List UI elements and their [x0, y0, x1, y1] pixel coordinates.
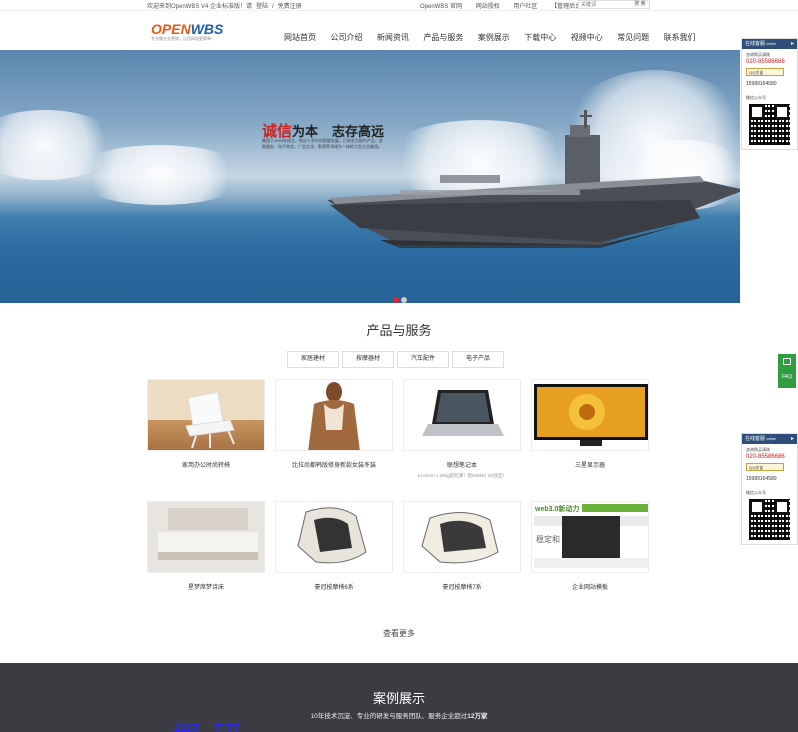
web-template-badge: 稳定和: [536, 535, 560, 544]
service-panel-title-en: online: [766, 437, 776, 441]
nav-item-faq[interactable]: 常见问题: [617, 33, 649, 42]
cases-subtitle-text: 10年技术沉淀、专业的研发与服务团队、服务企业超过: [310, 713, 468, 720]
product-image-massage-chair-6[interactable]: [275, 501, 393, 573]
search-input[interactable]: [581, 1, 631, 8]
qr-code-icon: [749, 499, 790, 540]
welcome-area: 欢迎来到OpenWBS V4 企业标准版！请 登陆 / 免费注册: [147, 1, 306, 10]
top-utility-bar: 欢迎来到OpenWBS V4 企业标准版！请 登陆 / 免费注册 OpenWBS 官网…: [0, 0, 798, 10]
case-preview-text: 概研: [172, 713, 252, 732]
hero-slogan-right: 志存高远: [332, 124, 385, 139]
product-category-tabs: 家居建材 按摩器材 汽车配件 电子产品: [287, 347, 507, 368]
carousel-dots: [393, 290, 409, 303]
nav-item-products[interactable]: 产品与服务: [423, 33, 463, 42]
cases-title: 案例展示: [372, 691, 425, 706]
product-card[interactable]: web3.0新动力 稳定和 企业网站模板: [531, 501, 649, 591]
product-card[interactable]: 联想笔记本 14.8mm+1.29kg超轻薄！配940MX 2G独显！: [403, 379, 521, 479]
nav-item-about[interactable]: 公司介绍: [330, 33, 362, 42]
product-name[interactable]: 比拉尚都韩版修身新款女装冬装: [275, 460, 393, 469]
faq-tab[interactable]: FAQ: [778, 354, 796, 388]
search-box: 搜 索: [578, 0, 650, 9]
nav-item-videos[interactable]: 视频中心: [571, 33, 603, 42]
qq-chat-button[interactable]: QQ交谈: [746, 463, 784, 471]
web-template-brand: web3.0新动力: [535, 506, 580, 513]
product-image-bed[interactable]: [147, 501, 265, 573]
qq-chat-button[interactable]: QQ交谈: [746, 68, 784, 76]
wechat-label: 微信公众号: [746, 490, 766, 495]
phone-number: 020-85586686: [746, 454, 785, 460]
mobile-number: 15989164580: [746, 476, 777, 482]
online-service-panel: 在线客服 online ▸ 咨询购买请拨 020-85586686 QQ交谈 15…: [741, 38, 798, 150]
phone-number: 020-85586686: [746, 59, 785, 65]
view-more-link[interactable]: 查看更多: [0, 628, 798, 639]
carousel-dot-2[interactable]: [401, 297, 407, 303]
product-image-laptop[interactable]: [403, 379, 521, 451]
products-section-title: 产品与服务: [366, 323, 432, 338]
nav-item-cases[interactable]: 案例展示: [478, 33, 510, 42]
phone-label: 咨询购买请拨: [746, 52, 770, 57]
logo[interactable]: OPENWBS 专业做企业营销，让您网站更简单！: [151, 21, 223, 42]
category-tab-home-building[interactable]: 家居建材: [287, 351, 340, 368]
product-name[interactable]: 三星显示器: [531, 460, 649, 469]
product-image-jacket[interactable]: [275, 379, 393, 451]
product-name[interactable]: 企业网站模板: [531, 582, 649, 591]
cases-section: 案例展示 10年技术沉淀、专业的研发与服务团队、服务企业超过12万家 概研: [0, 663, 798, 732]
product-name[interactable]: 联想笔记本: [403, 460, 521, 469]
search-button[interactable]: 搜 索: [632, 1, 648, 8]
qr-code-icon: [749, 104, 790, 145]
product-image-chair[interactable]: [147, 379, 265, 451]
hero-slogan-rest: 为本: [292, 124, 319, 139]
collapse-icon[interactable]: ▸: [791, 434, 794, 444]
nav-item-news[interactable]: 新闻资讯: [377, 33, 409, 42]
product-name[interactable]: 豪冠按摩椅6系: [275, 582, 393, 591]
category-tab-auto-parts[interactable]: 汽车配件: [397, 351, 450, 368]
cases-subtitle-strong: 12万家: [467, 713, 488, 720]
service-panel-title-en: online: [766, 42, 776, 46]
cases-subtitle: 10年技术沉淀、专业的研发与服务团队、服务企业超过12万家: [0, 710, 798, 720]
product-name[interactable]: 豪冠按摩椅7系: [403, 582, 521, 591]
nav-item-home[interactable]: 网站首页: [284, 33, 316, 42]
product-card[interactable]: 豪冠按摩椅7系: [403, 501, 521, 591]
product-card[interactable]: 豪冠按摩椅6系: [275, 501, 393, 591]
service-panel-header: 在线客服 online ▸: [742, 39, 797, 49]
product-image-massage-chair-7[interactable]: [403, 501, 521, 573]
product-card[interactable]: 星梦席梦诗床: [147, 501, 265, 591]
logo-text-open: OPEN: [151, 21, 191, 37]
logo-text: OPENWBS: [151, 21, 223, 37]
site-header: OPENWBS 专业做企业营销，让您网站更简单！ 网站首页 公司介绍 新闻资讯 …: [0, 10, 798, 50]
aircraft-carrier-image: [0, 110, 740, 303]
mobile-number: 15989164580: [746, 81, 777, 87]
wechat-label: 微信公众号: [746, 95, 766, 100]
product-card[interactable]: 比拉尚都韩版修身新款女装冬装: [275, 379, 393, 469]
product-card[interactable]: 家用办公时尚转椅: [147, 379, 265, 469]
logo-slogan: 专业做企业营销，让您网站更简单！: [151, 36, 215, 41]
hero-description: 集团于1994年成立，经过十多年的稳健发展，已成长为国内产品、金融服务、电子商务…: [262, 138, 383, 149]
top-links: OpenWBS 官网 网站授权 用户社区 【管理后台】: [420, 1, 599, 10]
faq-label: FAQ: [781, 374, 792, 380]
product-card[interactable]: 三星显示器: [531, 379, 649, 469]
category-tab-electronics[interactable]: 电子产品: [452, 351, 505, 368]
nav-item-downloads[interactable]: 下载中心: [524, 33, 556, 42]
collapse-icon[interactable]: ▸: [791, 39, 794, 49]
carousel-dot-1[interactable]: [393, 297, 399, 303]
chat-icon: [783, 358, 791, 365]
main-nav: 网站首页 公司介绍 新闻资讯 产品与服务 案例展示 下载中心 视频中心 常见问题…: [284, 27, 706, 45]
service-panel-title: 在线客服: [745, 436, 766, 442]
nav-item-contact[interactable]: 联系我们: [664, 33, 696, 42]
product-subtitle: 14.8mm+1.29kg超轻薄！配940MX 2G独显！: [417, 473, 507, 478]
product-image-website-template[interactable]: web3.0新动力 稳定和: [531, 501, 649, 573]
online-service-panel-2: 在线客服 online ▸ 咨询购买请拨 020-85586686 QQ交谈 15…: [741, 433, 798, 545]
hero-banner[interactable]: 诚信为本 志存高远 集团于1994年成立，经过十多年的稳健发展，已成长为国内产品、…: [0, 50, 740, 303]
service-panel-title: 在线客服: [745, 41, 766, 47]
service-panel-header: 在线客服 online ▸: [742, 434, 797, 444]
product-image-monitor[interactable]: [531, 379, 649, 451]
logo-text-wbs: WBS: [190, 21, 224, 37]
category-tab-massage[interactable]: 按摩器材: [342, 351, 395, 368]
phone-label: 咨询购买请拨: [746, 447, 770, 452]
product-name[interactable]: 星梦席梦诗床: [147, 582, 265, 591]
product-name[interactable]: 家用办公时尚转椅: [147, 460, 265, 469]
